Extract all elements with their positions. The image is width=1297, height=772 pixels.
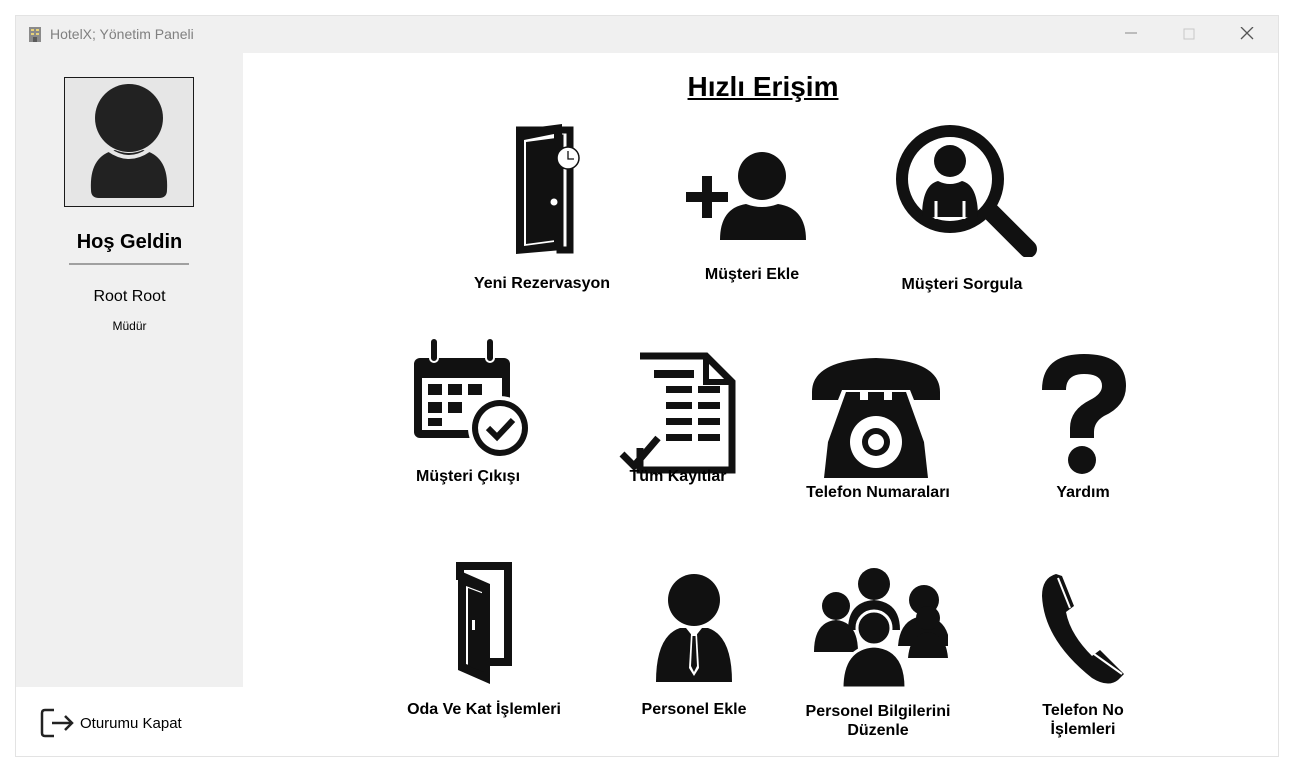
close-icon: [1240, 27, 1254, 40]
tile-label: Telefon Numaraları: [806, 484, 950, 501]
tile-add-staff[interactable]: Personel Ekle: [624, 572, 764, 724]
tile-label: Tüm Kayıtlar: [629, 468, 727, 485]
tile-label: Telefon No: [1042, 702, 1124, 719]
door-clock-icon: [516, 124, 580, 254]
tile-phone-numbers[interactable]: Telefon Numaraları: [806, 352, 950, 506]
minimize-icon: [1125, 32, 1137, 34]
title-bar[interactable]: HotelX; Yönetim Paneli: [16, 16, 1278, 53]
logout-label: Oturumu Kapat: [80, 715, 182, 732]
tile-label-line2: Düzenle: [847, 722, 909, 739]
tile-search-customer[interactable]: Müşteri Sorgula: [892, 125, 1037, 295]
tile-all-records[interactable]: Tüm Kayıtlar: [608, 352, 748, 506]
question-mark-icon: [1042, 354, 1126, 474]
logout-icon: [40, 708, 74, 738]
phone-handset-icon: [1042, 574, 1124, 684]
tile-label: Müşteri Ekle: [704, 266, 800, 283]
document-list-icon: [619, 352, 736, 474]
tile-add-customer[interactable]: Müşteri Ekle: [682, 152, 822, 283]
tile-new-reservation[interactable]: Yeni Rezervasyon: [472, 122, 612, 292]
tile-label: Personel Bilgilerini: [805, 703, 951, 720]
user-avatar-icon: [90, 84, 168, 198]
user-name: Root Root: [93, 288, 166, 305]
tile-room-floor[interactable]: Oda Ve Kat İşlemleri: [407, 562, 561, 724]
door-icon: [456, 562, 512, 684]
logout-button[interactable]: Oturumu Kapat: [40, 706, 200, 740]
group-icon: [814, 568, 948, 690]
tile-phone-ops[interactable]: Telefon No İşlemleri: [1018, 566, 1148, 742]
window-title: HotelX; Yönetim Paneli: [50, 26, 194, 42]
staff-icon: [656, 574, 732, 682]
tile-label: Personel Ekle: [641, 701, 747, 718]
sidebar: Hoş Geldin Root Root Müdür: [16, 53, 243, 687]
page-title: Hızlı Erişim: [687, 71, 839, 102]
divider: [69, 263, 189, 265]
avatar: [64, 77, 194, 207]
tile-label-line2: İşlemleri: [1050, 721, 1116, 738]
tile-label: Oda Ve Kat İşlemleri: [407, 701, 561, 718]
calendar-check-icon: [414, 337, 532, 460]
maximize-button[interactable]: [1160, 16, 1218, 53]
user-role: Müdür: [112, 319, 147, 333]
maximize-icon: [1183, 28, 1195, 40]
search-user-icon: [896, 125, 1037, 257]
close-button[interactable]: [1218, 16, 1276, 53]
add-user-icon: [686, 152, 806, 240]
tile-label: Müşteri Sorgula: [901, 276, 1023, 293]
hotel-building-icon: [29, 27, 41, 42]
welcome-heading: Hoş Geldin: [76, 231, 183, 253]
tile-label: Yeni Rezervasyon: [473, 275, 611, 292]
tile-label: Yardım: [1056, 484, 1110, 501]
tile-help[interactable]: Yardım: [1018, 352, 1148, 506]
app-window: HotelX; Yönetim Paneli Hoş Geldin Root R…: [16, 16, 1278, 756]
tile-checkout[interactable]: Müşteri Çıkışı: [398, 336, 538, 506]
tile-edit-staff[interactable]: Personel Bilgilerini Düzenle: [806, 566, 950, 742]
minimize-button[interactable]: [1102, 16, 1160, 53]
rotary-phone-icon: [812, 358, 940, 478]
tile-label: Müşteri Çıkışı: [415, 468, 521, 485]
